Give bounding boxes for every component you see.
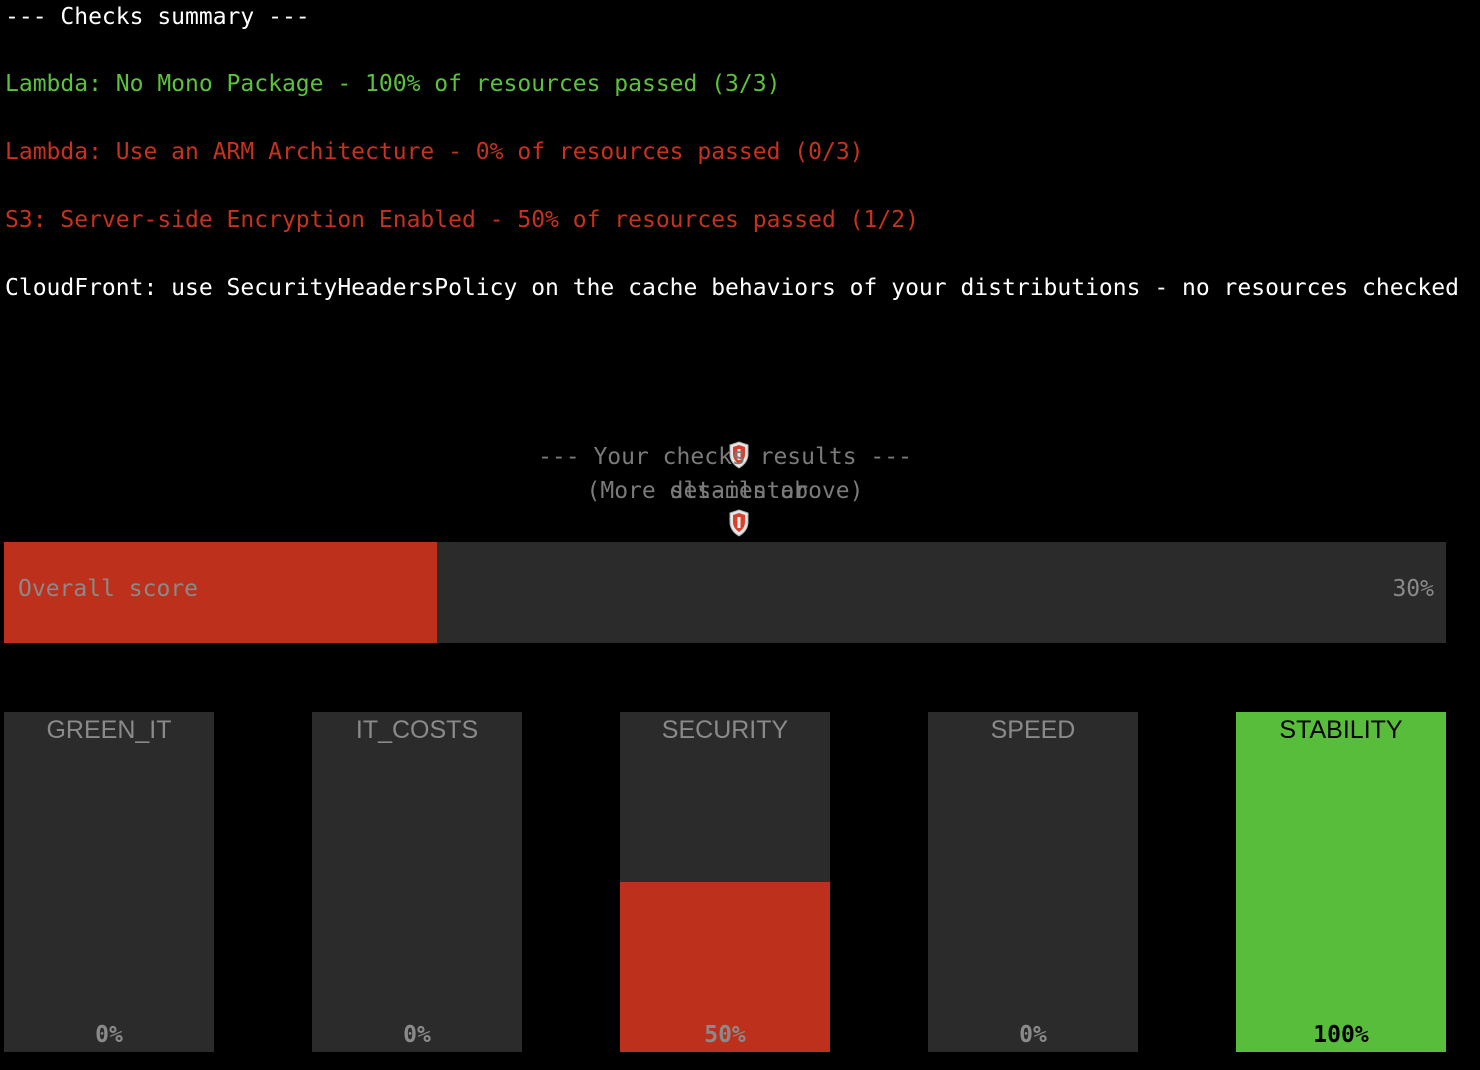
banner-note: (More details above) bbox=[586, 478, 864, 504]
category-value-speed: 0% bbox=[1019, 1022, 1047, 1048]
check-line-cloudfront-security-headers: CloudFront: use SecurityHeadersPolicy on… bbox=[5, 275, 1459, 301]
summary-header: --- Checks summary --- bbox=[5, 4, 310, 30]
shield-icon bbox=[729, 509, 749, 537]
category-value-it-costs: 0% bbox=[403, 1022, 431, 1048]
check-line-lambda-arm-architecture: Lambda: Use an ARM Architecture - 0% of … bbox=[5, 139, 864, 165]
category-value-security: 50% bbox=[704, 1022, 746, 1048]
category-name-it-costs: IT_COSTS bbox=[355, 716, 479, 744]
category-value-stability: 100% bbox=[1313, 1022, 1369, 1048]
overall-score-label: Overall score bbox=[18, 576, 199, 602]
category-name-speed: SPEED bbox=[990, 716, 1076, 744]
category-value-green-it: 0% bbox=[95, 1022, 123, 1048]
category-bar-it-costs: IT_COSTS 0% bbox=[312, 712, 522, 1052]
category-bar-security: SECURITY 50% bbox=[620, 712, 830, 1052]
category-name-stability: STABILITY bbox=[1279, 716, 1403, 744]
overall-score-value: 30% bbox=[1392, 576, 1434, 602]
category-bar-stability: STABILITY 100% bbox=[1236, 712, 1446, 1052]
category-name-green-it: GREEN_IT bbox=[46, 716, 172, 744]
category-fill-stability bbox=[1236, 712, 1446, 1052]
overall-score-bar: Overall score 30% bbox=[4, 542, 1446, 643]
banner-subtitle: --- Your checks results --- bbox=[538, 444, 912, 470]
banner-title-row: sls-mentor bbox=[0, 406, 1450, 537]
check-line-lambda-mono-package: Lambda: No Mono Package - 100% of resour… bbox=[5, 71, 781, 97]
category-bar-speed: SPEED 0% bbox=[928, 712, 1138, 1052]
category-bar-green-it: GREEN_IT 0% bbox=[4, 712, 214, 1052]
category-name-security: SECURITY bbox=[661, 716, 789, 744]
check-line-s3-encryption: S3: Server-side Encryption Enabled - 50%… bbox=[5, 207, 919, 233]
